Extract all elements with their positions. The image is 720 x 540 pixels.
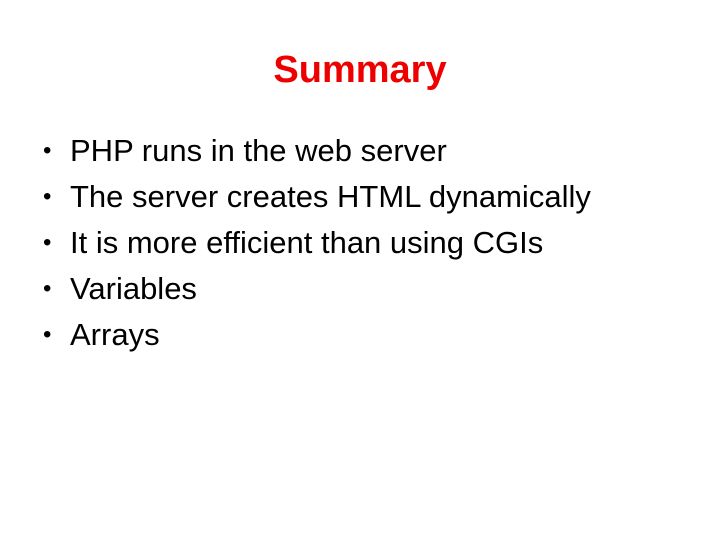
list-item: • Variables: [22, 266, 702, 312]
bullet-point-icon: •: [43, 229, 52, 256]
bullet-point-icon: •: [43, 275, 52, 302]
page-title: Summary: [273, 49, 447, 91]
list-item: • PHP runs in the web server: [22, 128, 702, 174]
list-item-label: The server creates HTML dynamically: [70, 179, 591, 214]
bullet-point-icon: •: [43, 137, 52, 164]
list-item-label: It is more efficient than using CGIs: [70, 225, 544, 260]
list-item: • It is more efficient than using CGIs: [22, 220, 702, 266]
list-item-label: PHP runs in the web server: [70, 133, 447, 168]
list-item-label: Arrays: [70, 317, 160, 352]
summary-bullet-list: • PHP runs in the web server • The serve…: [22, 128, 702, 358]
bullet-point-icon: •: [43, 183, 52, 210]
list-item: • Arrays: [22, 312, 702, 358]
list-item: • The server creates HTML dynamically: [22, 174, 702, 220]
list-item-label: Variables: [70, 271, 197, 306]
presentation-slide: Summary • PHP runs in the web server • T…: [0, 0, 720, 540]
bullet-point-icon: •: [43, 321, 52, 348]
